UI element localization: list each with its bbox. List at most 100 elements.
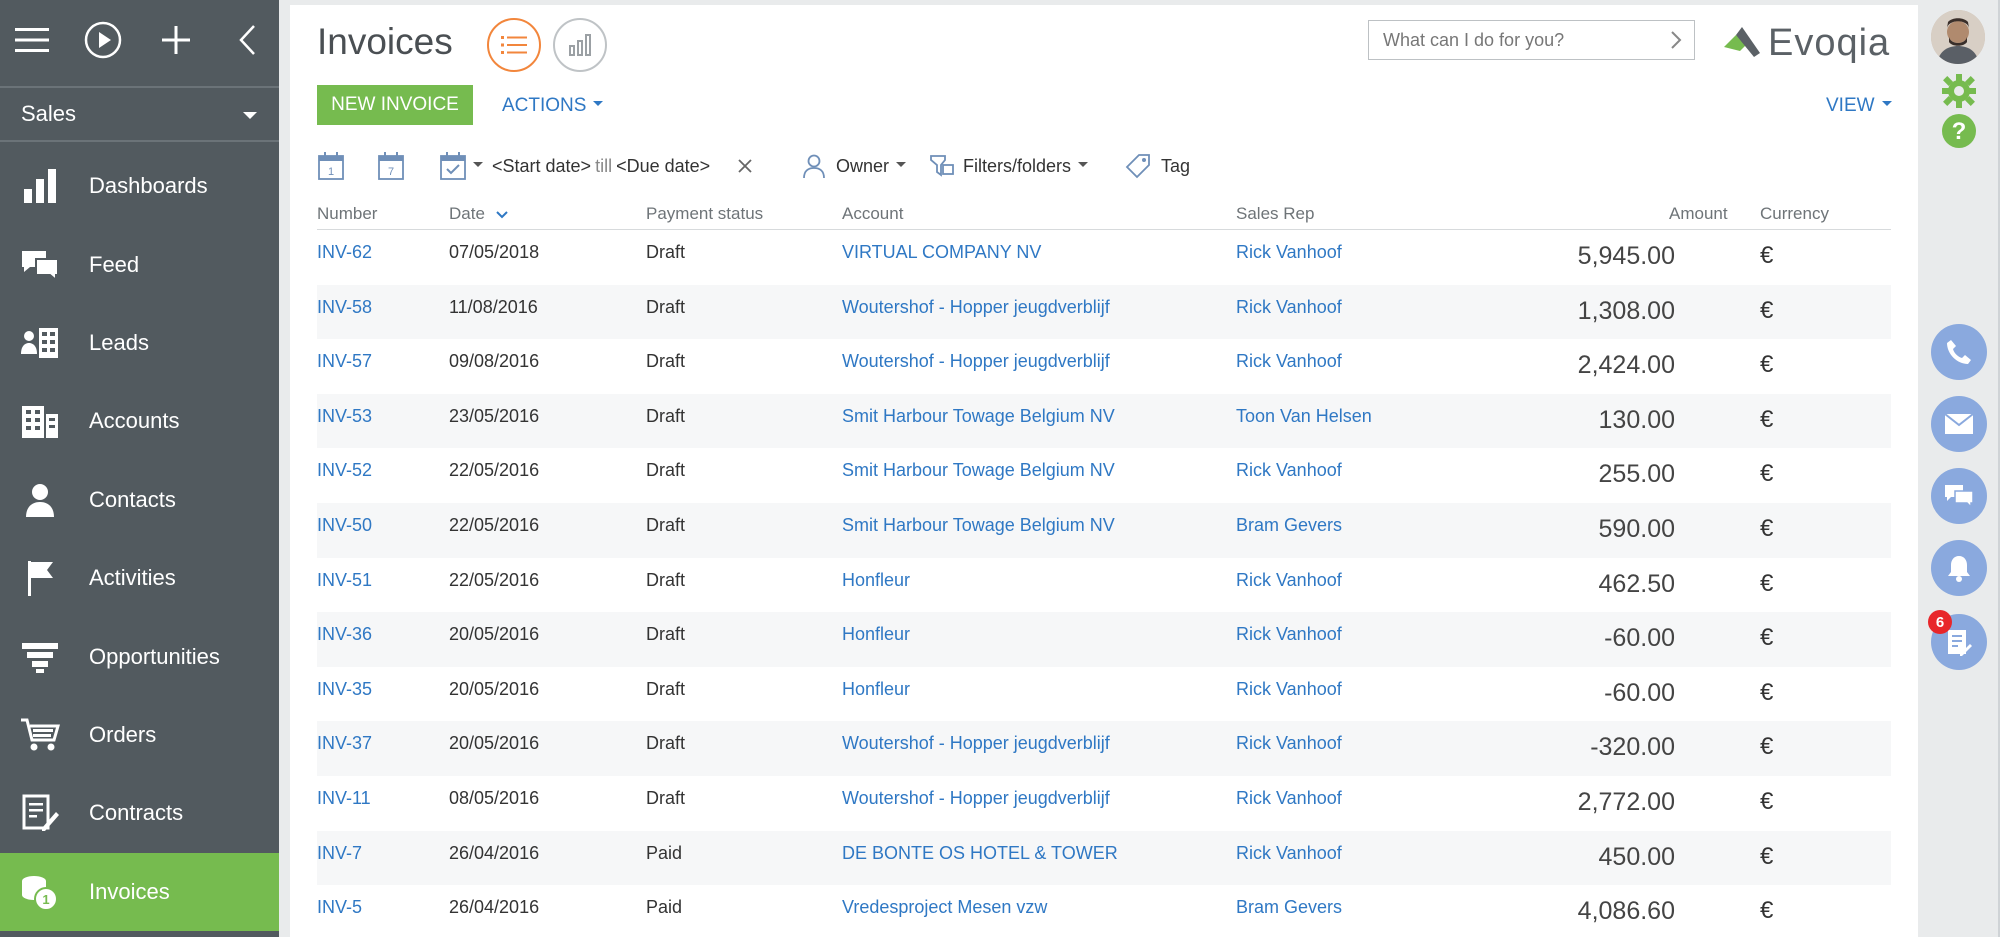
new-invoice-button[interactable]: NEW INVOICE	[317, 85, 473, 125]
sales-rep-link[interactable]: Rick Vanhoof	[1236, 624, 1342, 645]
account-link[interactable]: VIRTUAL COMPANY NV	[842, 242, 1041, 263]
sidebar-item-orders[interactable]: Orders	[0, 696, 279, 774]
sales-rep-link[interactable]: Rick Vanhoof	[1236, 843, 1342, 864]
sidebar-item-contracts[interactable]: Contracts	[0, 774, 279, 852]
sales-rep-link[interactable]: Rick Vanhoof	[1236, 242, 1342, 263]
sales-rep-link[interactable]: Rick Vanhoof	[1236, 570, 1342, 591]
chart-view-button[interactable]	[553, 18, 607, 72]
search-input[interactable]	[1383, 29, 1653, 51]
invoice-number-link[interactable]: INV-11	[317, 788, 371, 809]
sales-rep-link[interactable]: Rick Vanhoof	[1236, 297, 1342, 318]
date-range-filter[interactable]: <Start date> till <Due date>	[492, 148, 710, 184]
sales-rep-link[interactable]: Bram Gevers	[1236, 897, 1342, 918]
sidebar-item-feed[interactable]: Feed	[0, 225, 279, 303]
table-row[interactable]: INV-5 26/04/2016 Paid Vredesproject Mesen v…	[317, 885, 1891, 937]
collapse-icon[interactable]	[228, 20, 268, 60]
table-row[interactable]: INV-58 11/08/2016 Draft Woutershof - Hopper…	[317, 284, 1891, 340]
invoice-number-link[interactable]: INV-7	[317, 843, 362, 864]
column-header-date[interactable]: Date	[449, 204, 508, 224]
sales-rep-link[interactable]: Rick Vanhoof	[1236, 679, 1342, 700]
section-select[interactable]: Sales	[0, 86, 279, 142]
invoice-number-link[interactable]: INV-5	[317, 897, 362, 918]
sidebar-item-contacts[interactable]: Contacts	[0, 461, 279, 539]
table-row[interactable]: INV-53 23/05/2016 Draft Smit Harbour Towage…	[317, 393, 1891, 449]
notifications-button[interactable]	[1931, 540, 1987, 596]
help-button[interactable]: ?	[1940, 112, 1978, 155]
week-calendar-button[interactable]: 7	[377, 148, 405, 184]
account-link[interactable]: Woutershof - Hopper jeugdverblijf	[842, 351, 1110, 372]
period-calendar-button[interactable]	[439, 148, 483, 184]
invoice-number-link[interactable]: INV-35	[317, 679, 372, 700]
command-search[interactable]	[1368, 20, 1695, 60]
invoice-number-link[interactable]: INV-51	[317, 570, 372, 591]
sidebar-item-accounts[interactable]: Accounts	[0, 382, 279, 460]
sales-rep-link[interactable]: Rick Vanhoof	[1236, 460, 1342, 481]
due-date-field[interactable]: <Due date>	[616, 156, 710, 177]
sales-rep-link[interactable]: Toon Van Helsen	[1236, 406, 1372, 427]
invoice-number-link[interactable]: INV-50	[317, 515, 372, 536]
invoice-number-link[interactable]: INV-37	[317, 733, 372, 754]
phone-button[interactable]	[1931, 324, 1987, 380]
account-link[interactable]: Smit Harbour Towage Belgium NV	[842, 515, 1115, 536]
start-date-field[interactable]: <Start date>	[492, 156, 591, 177]
account-link[interactable]: DE BONTE OS HOTEL & TOWER	[842, 843, 1118, 864]
menu-icon[interactable]	[12, 20, 52, 60]
chat-button[interactable]	[1931, 468, 1987, 524]
filters-folders-button[interactable]: Filters/folders	[929, 148, 1089, 184]
sidebar-item-dashboards[interactable]: Dashboards	[0, 147, 279, 225]
account-link[interactable]: Woutershof - Hopper jeugdverblijf	[842, 297, 1110, 318]
table-row[interactable]: INV-7 26/04/2016 Paid DE BONTE OS HOTEL & T…	[317, 830, 1891, 886]
account-link[interactable]: Honfleur	[842, 624, 910, 645]
chevron-right-icon[interactable]	[1670, 30, 1682, 50]
table-row[interactable]: INV-57 09/08/2016 Draft Woutershof - Hopper…	[317, 339, 1891, 394]
account-link[interactable]: Vredesproject Mesen vzw	[842, 897, 1047, 918]
invoice-number-link[interactable]: INV-57	[317, 351, 372, 372]
sales-rep-link[interactable]: Rick Vanhoof	[1236, 733, 1342, 754]
view-button[interactable]: VIEW	[1826, 95, 1892, 117]
sales-rep-link[interactable]: Bram Gevers	[1236, 515, 1342, 536]
account-link[interactable]: Honfleur	[842, 570, 910, 591]
table-row[interactable]: INV-36 20/05/2016 Draft Honfleur Rick Vanhoo…	[317, 612, 1891, 667]
invoice-number-link[interactable]: INV-62	[317, 242, 372, 263]
sidebar-item-invoices[interactable]: 1 Invoices	[0, 852, 279, 931]
column-header-account[interactable]: Account	[842, 204, 903, 224]
list-view-button[interactable]	[487, 18, 541, 72]
day-calendar-button[interactable]: 1	[317, 148, 345, 184]
tag-filter[interactable]: Tag	[1125, 148, 1190, 184]
account-link[interactable]: Smit Harbour Towage Belgium NV	[842, 406, 1115, 427]
play-icon[interactable]	[83, 20, 123, 60]
column-header-number[interactable]: Number	[317, 204, 377, 224]
account-link[interactable]: Woutershof - Hopper jeugdverblijf	[842, 733, 1110, 754]
invoice-number-link[interactable]: INV-36	[317, 624, 372, 645]
table-row[interactable]: INV-52 22/05/2016 Draft Smit Harbour Towage…	[317, 448, 1891, 503]
account-link[interactable]: Woutershof - Hopper jeugdverblijf	[842, 788, 1110, 809]
table-row[interactable]: INV-11 08/05/2016 Draft Woutershof - Hopper…	[317, 776, 1891, 831]
table-row[interactable]: INV-37 20/05/2016 Draft Woutershof - Hopper…	[317, 721, 1891, 776]
table-row[interactable]: INV-62 07/05/2018 Draft VIRTUAL COMPANY NV R…	[317, 230, 1891, 285]
column-header-payment-status[interactable]: Payment status	[646, 204, 763, 224]
invoice-number-link[interactable]: INV-53	[317, 406, 372, 427]
invoice-number-link[interactable]: INV-58	[317, 297, 372, 318]
clear-date-button[interactable]	[737, 148, 753, 184]
sidebar-item-leads[interactable]: Leads	[0, 304, 279, 382]
settings-button[interactable]	[1940, 72, 1978, 115]
avatar[interactable]	[1931, 10, 1985, 64]
sales-rep-link[interactable]: Rick Vanhoof	[1236, 351, 1342, 372]
invoice-currency: €	[1760, 842, 1774, 870]
invoice-number-link[interactable]: INV-52	[317, 460, 372, 481]
account-link[interactable]: Smit Harbour Towage Belgium NV	[842, 460, 1115, 481]
sidebar-item-activities[interactable]: Activities	[0, 539, 279, 617]
owner-filter[interactable]: Owner	[802, 148, 907, 184]
column-header-sales-rep[interactable]: Sales Rep	[1236, 204, 1314, 224]
add-icon[interactable]	[156, 20, 196, 60]
account-link[interactable]: Honfleur	[842, 679, 910, 700]
email-button[interactable]	[1931, 396, 1987, 452]
sales-rep-link[interactable]: Rick Vanhoof	[1236, 788, 1342, 809]
sidebar-item-opportunities[interactable]: Opportunities	[0, 617, 279, 695]
column-header-amount[interactable]: Amount	[1669, 204, 1728, 224]
table-row[interactable]: INV-35 20/05/2016 Draft Honfleur Rick Vanhoo…	[317, 667, 1891, 722]
table-row[interactable]: INV-50 22/05/2016 Draft Smit Harbour Towage…	[317, 502, 1891, 558]
actions-button[interactable]: ACTIONS	[502, 95, 604, 117]
column-header-currency[interactable]: Currency	[1760, 204, 1829, 224]
table-row[interactable]: INV-51 22/05/2016 Draft Honfleur Rick Vanhoo…	[317, 558, 1891, 613]
